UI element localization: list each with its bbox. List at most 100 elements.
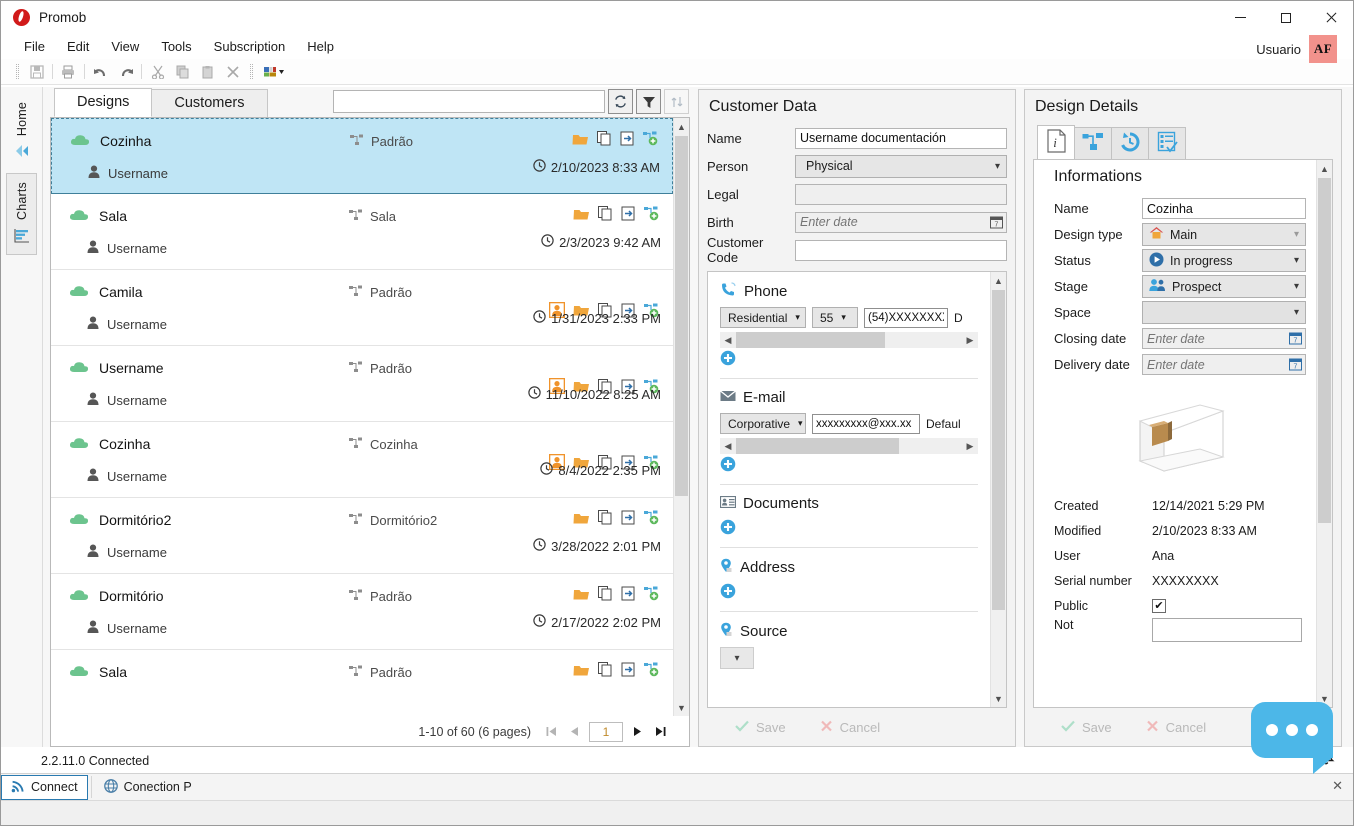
closing-date-input[interactable] bbox=[1142, 328, 1306, 349]
table-row[interactable]: Camila Padrão Username 1/31/2023 2:33 PM bbox=[51, 270, 673, 346]
save-icon[interactable] bbox=[24, 61, 49, 83]
tab-info[interactable]: i bbox=[1037, 125, 1075, 159]
delivery-date-input[interactable] bbox=[1142, 354, 1306, 375]
scroll-up-arrow[interactable]: ▲ bbox=[990, 272, 1006, 289]
add-environment-icon[interactable] bbox=[644, 510, 661, 528]
table-row[interactable]: Dormitório2 Dormitório2 Username 3/28/20… bbox=[51, 498, 673, 574]
email-hscrollbar[interactable]: ◀ ▶ bbox=[720, 438, 978, 454]
phone-hscrollbar[interactable]: ◀ ▶ bbox=[720, 332, 978, 348]
calendar-icon[interactable]: 7 bbox=[990, 215, 1003, 232]
redo-icon[interactable] bbox=[113, 61, 138, 83]
add-environment-icon[interactable] bbox=[644, 586, 661, 604]
scrollbar-thumb[interactable] bbox=[1318, 178, 1331, 523]
customer-cancel-button[interactable]: Cancel bbox=[820, 720, 880, 735]
last-page-button[interactable] bbox=[652, 723, 669, 741]
email-hscroll-track[interactable] bbox=[736, 438, 962, 454]
add-environment-icon[interactable] bbox=[643, 131, 660, 149]
designs-list-scrollbar[interactable]: ▲ ▼ bbox=[673, 118, 689, 716]
scroll-left-arrow[interactable]: ◀ bbox=[720, 335, 736, 346]
add-email-button[interactable] bbox=[720, 456, 978, 475]
chat-bubble[interactable] bbox=[1251, 702, 1333, 774]
toolbar-grip-2[interactable] bbox=[250, 64, 253, 79]
space-select[interactable]: ▾ bbox=[1142, 301, 1306, 324]
duplicate-icon[interactable] bbox=[598, 662, 613, 680]
menu-item-view[interactable]: View bbox=[100, 36, 150, 57]
tab-checklist[interactable] bbox=[1148, 127, 1186, 159]
sort-icon[interactable] bbox=[664, 89, 689, 114]
details-save-button[interactable]: Save bbox=[1061, 720, 1112, 735]
undo-icon[interactable] bbox=[88, 61, 113, 83]
table-row[interactable]: Username Padrão Username 11/10/2022 8:25… bbox=[51, 346, 673, 422]
duplicate-icon[interactable] bbox=[598, 586, 613, 604]
page-number-input[interactable] bbox=[589, 721, 623, 742]
first-page-button[interactable] bbox=[543, 723, 560, 741]
paste-icon[interactable] bbox=[195, 61, 220, 83]
duplicate-icon[interactable] bbox=[597, 131, 612, 149]
next-page-button[interactable] bbox=[629, 723, 646, 741]
export-icon[interactable] bbox=[621, 510, 636, 528]
export-icon[interactable] bbox=[621, 586, 636, 604]
table-row[interactable]: Sala Sala Username 2/3/2023 9:42 AM bbox=[51, 194, 673, 270]
filter-icon[interactable] bbox=[636, 89, 661, 114]
cut-icon[interactable] bbox=[145, 61, 170, 83]
color-palette-icon[interactable] bbox=[258, 61, 290, 83]
bottom-close-button[interactable]: ✕ bbox=[1332, 778, 1343, 794]
scroll-right-arrow[interactable]: ▶ bbox=[962, 441, 978, 452]
legal-input[interactable] bbox=[795, 183, 1007, 205]
phone-country-select[interactable]: 55 ▾ bbox=[812, 307, 858, 328]
close-button[interactable] bbox=[1308, 1, 1353, 34]
scroll-right-arrow[interactable]: ▶ bbox=[962, 335, 978, 346]
avatar[interactable]: AF bbox=[1309, 35, 1337, 63]
tab-structure[interactable] bbox=[1074, 127, 1112, 159]
export-icon[interactable] bbox=[621, 206, 636, 224]
refresh-icon[interactable] bbox=[608, 89, 633, 114]
email-address-input[interactable] bbox=[812, 413, 920, 434]
menu-item-tools[interactable]: Tools bbox=[150, 36, 202, 57]
phone-type-select[interactable]: Residential ▾ bbox=[720, 307, 806, 328]
person-type-select[interactable]: Physical ▾ bbox=[795, 154, 1007, 178]
open-folder-icon[interactable] bbox=[572, 132, 589, 149]
duplicate-icon[interactable] bbox=[598, 206, 613, 224]
calendar-icon[interactable]: 7 bbox=[1289, 331, 1302, 348]
customer-save-button[interactable]: Save bbox=[735, 720, 786, 735]
table-row[interactable]: Cozinha Cozinha Username 8/4/2022 2:35 P… bbox=[51, 422, 673, 498]
phone-hscroll-track[interactable] bbox=[736, 332, 962, 348]
maximize-button[interactable] bbox=[1263, 1, 1308, 34]
scrollbar-thumb[interactable] bbox=[992, 290, 1005, 610]
status-select[interactable]: In progress ▾ bbox=[1142, 249, 1306, 272]
scroll-down-arrow[interactable]: ▼ bbox=[673, 699, 689, 716]
copy-icon[interactable] bbox=[170, 61, 195, 83]
export-icon[interactable] bbox=[621, 662, 636, 680]
scroll-left-arrow[interactable]: ◀ bbox=[720, 441, 736, 452]
rail-tab-charts[interactable]: Charts bbox=[6, 173, 37, 256]
design-details-scrollbar[interactable]: ▲ ▼ bbox=[1316, 160, 1332, 707]
open-folder-icon[interactable] bbox=[573, 207, 590, 224]
add-environment-icon[interactable] bbox=[644, 206, 661, 224]
scrollbar-thumb[interactable] bbox=[736, 332, 886, 348]
source-select[interactable]: ▾ bbox=[720, 647, 754, 669]
print-icon[interactable] bbox=[56, 61, 81, 83]
tab-designs[interactable]: Designs bbox=[54, 88, 153, 117]
design-name-input[interactable] bbox=[1142, 198, 1306, 219]
design-type-select[interactable]: Main ▾ bbox=[1142, 223, 1306, 246]
bottom-tab-connect[interactable]: Connect bbox=[1, 774, 88, 800]
scrollbar-thumb[interactable] bbox=[736, 438, 899, 454]
open-folder-icon[interactable] bbox=[573, 511, 590, 528]
open-folder-icon[interactable] bbox=[573, 663, 590, 680]
details-cancel-button[interactable]: Cancel bbox=[1146, 720, 1206, 735]
scroll-up-arrow[interactable]: ▲ bbox=[1316, 160, 1332, 177]
scroll-down-arrow[interactable]: ▼ bbox=[990, 690, 1006, 707]
phone-number-input[interactable] bbox=[864, 307, 948, 328]
toolbar-grip[interactable] bbox=[16, 64, 19, 79]
menu-item-help[interactable]: Help bbox=[296, 36, 345, 57]
minimize-button[interactable] bbox=[1218, 1, 1263, 34]
table-row[interactable]: Sala Padrão bbox=[51, 650, 673, 716]
scrollbar-thumb[interactable] bbox=[675, 136, 688, 496]
bottom-tab-conection-p[interactable]: Conection P bbox=[95, 775, 201, 800]
duplicate-icon[interactable] bbox=[598, 510, 613, 528]
customer-sections-scrollbar[interactable]: ▲ ▼ bbox=[990, 272, 1006, 707]
add-environment-icon[interactable] bbox=[644, 662, 661, 680]
add-address-button[interactable] bbox=[720, 583, 978, 602]
open-folder-icon[interactable] bbox=[573, 587, 590, 604]
export-icon[interactable] bbox=[620, 131, 635, 149]
